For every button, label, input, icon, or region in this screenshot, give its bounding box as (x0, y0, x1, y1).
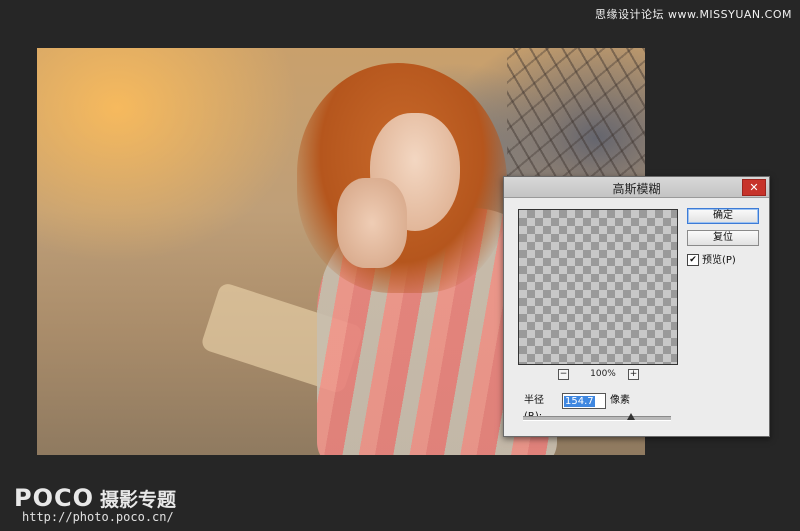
dialog-titlebar[interactable]: 高斯模糊 ✕ (504, 177, 769, 198)
dialog-title: 高斯模糊 (612, 182, 661, 196)
blur-preview[interactable] (518, 209, 678, 365)
site-watermark: 思缘设计论坛 www.MISSYUAN.COM (594, 8, 792, 21)
reset-button[interactable]: 复位 (687, 230, 759, 246)
radius-slider[interactable] (523, 413, 671, 421)
radius-input[interactable]: 154.7 (562, 393, 606, 409)
preview-checkbox-label: 预览(P) (702, 255, 736, 266)
radius-unit: 像素 (610, 395, 630, 406)
radius-row: 半径(R): 154.7 像素 (524, 393, 630, 422)
close-icon: ✕ (749, 181, 759, 194)
logo-brand: POCO (14, 484, 95, 512)
radius-slider-thumb[interactable] (627, 413, 636, 420)
poco-logo: POCO 摄影专题 (14, 484, 176, 512)
zoom-level: 100% (590, 369, 616, 379)
zoom-out-button[interactable]: − (558, 369, 569, 380)
preview-checkbox-row[interactable]: ✔ 预览(P) (687, 254, 736, 268)
close-button[interactable]: ✕ (742, 179, 766, 196)
logo-subtitle: 摄影专题 (100, 489, 177, 511)
photo-hands (337, 178, 407, 268)
background-tree (507, 48, 645, 178)
preview-checkbox[interactable]: ✔ (687, 254, 699, 266)
logo-url: http://photo.poco.cn/ (22, 510, 174, 524)
zoom-in-button[interactable]: + (628, 369, 639, 380)
radius-value: 154.7 (564, 396, 595, 407)
gaussian-blur-dialog: 高斯模糊 ✕ − 100% + 确定 复位 ✔预览(P) 半径(R): 154.… (503, 176, 770, 437)
zoom-controls: − 100% + (518, 369, 678, 381)
ok-button[interactable]: 确定 (687, 208, 759, 224)
